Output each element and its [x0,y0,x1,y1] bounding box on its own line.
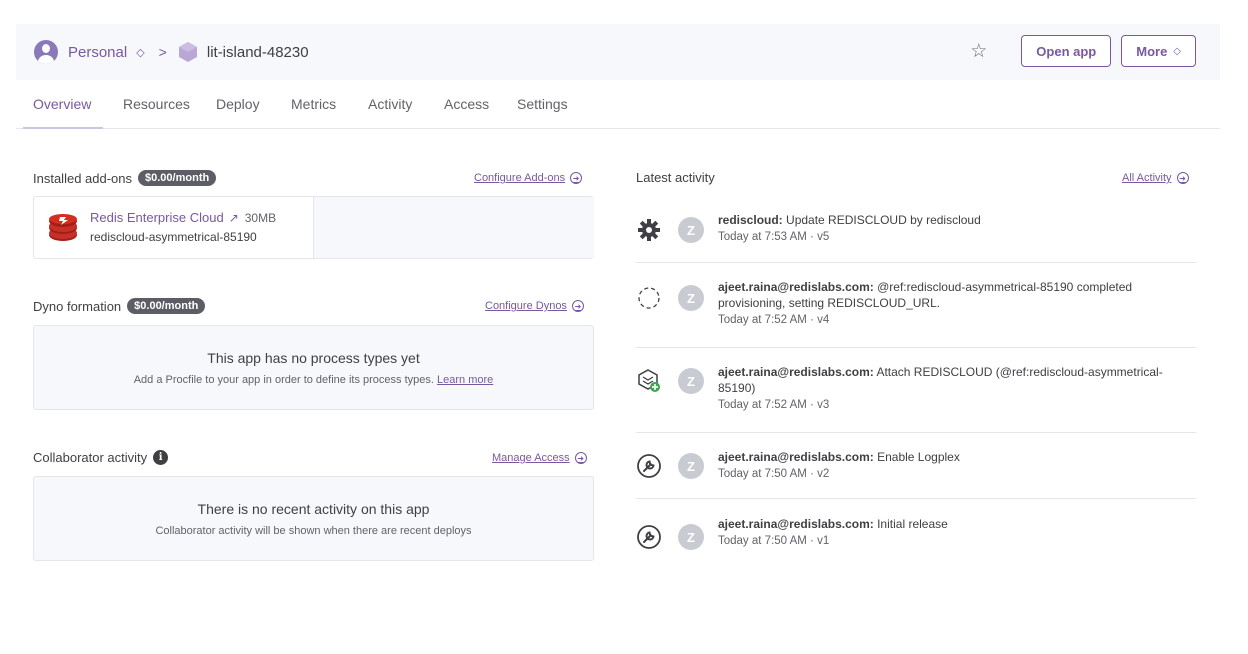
activity-time: Today at 7:52 AM · v4 [718,314,830,326]
app-hexagon-icon [178,42,197,62]
collab-title: Collaborator activity [33,450,148,465]
activity-time: Today at 7:53 AM · v5 [718,231,830,243]
user-avatar: Z [678,285,704,311]
wrench-icon [637,525,661,549]
tab-access[interactable]: Access [444,96,489,112]
dashed-circle-icon [638,287,660,309]
tab-resources[interactable]: Resources [123,96,190,112]
activity-text: ajeet.raina@redislabs.com: Enable Logple… [718,449,1196,482]
manage-access-label: Manage Access [492,452,570,464]
activity-text: rediscloud: Update REDISCLOUD by rediscl… [718,212,1196,245]
updown-chevron-icon: ◇ [1173,45,1181,57]
addons-price-badge: $0.00/month [138,170,217,186]
all-activity-label: All Activity [1122,172,1172,184]
updown-chevron-icon[interactable]: ◇ [136,46,144,59]
dynos-empty-sub: Add a Procfile to your app in order to d… [34,374,593,386]
tab-activity[interactable]: Activity [368,96,412,112]
addon-plan-size: 30MB [244,210,277,225]
external-link-icon: ↗ [228,210,239,225]
user-avatar: Z [678,368,704,394]
activity-heading: Latest activity [636,170,715,185]
star-icon[interactable]: ☆ [970,40,987,63]
wrench-icon [637,454,661,478]
tab-deploy[interactable]: Deploy [216,96,260,112]
gear-icon [638,219,660,241]
configure-dynos-label: Configure Dynos [485,300,567,312]
activity-user: ajeet.raina@redislabs.com: [718,517,874,531]
dynos-title: Dyno formation [33,298,122,314]
activity-title: Latest activity [636,170,715,185]
more-button[interactable]: More ◇ [1121,35,1196,67]
activity-time: Today at 7:50 AM · v2 [718,468,830,480]
account-switcher[interactable]: Personal [68,44,127,61]
activity-user: ajeet.raina@redislabs.com: [718,365,874,379]
activity-user: rediscloud: [718,213,783,227]
manage-access-link[interactable]: Manage Access ➜ [492,452,587,464]
activity-item: Z rediscloud: Update REDISCLOUD by redis… [636,196,1196,263]
activity-item: Z ajeet.raina@redislabs.com: Initial rel… [636,499,1196,565]
activity-text: ajeet.raina@redislabs.com: @ref:redisclo… [718,279,1196,328]
configure-dynos-link[interactable]: Configure Dynos ➜ [485,300,584,312]
addon-name: Redis Enterprise Cloud [90,210,224,225]
redis-logo-icon [49,214,77,241]
activity-text: ajeet.raina@redislabs.com: Initial relea… [718,516,1196,549]
arrow-right-circle-icon: ➜ [571,300,584,312]
all-activity-link[interactable]: All Activity ➜ [1122,172,1189,184]
tab-settings[interactable]: Settings [517,96,568,112]
account-avatar-icon[interactable] [34,40,58,64]
collab-heading: Collaborator activity i [33,450,169,465]
collab-empty-sub: Collaborator activity will be shown when… [155,525,472,537]
activity-user: ajeet.raina@redislabs.com: [718,450,874,464]
activity-item: Z ajeet.raina@redislabs.com: @ref:redisc… [636,263,1196,348]
activity-item: Z ajeet.raina@redislabs.com: Enable Logp… [636,433,1196,499]
dynos-empty-title: This app has no process types yet [207,350,420,366]
addon-card: Redis Enterprise Cloud ↗ 30MB rediscloud… [33,196,594,259]
more-label: More [1136,43,1168,59]
activity-time: Today at 7:50 AM · v1 [718,535,830,547]
addon-empty-panel [314,197,594,258]
collab-empty-box: There is no recent activity on this app … [33,476,594,561]
activity-time: Today at 7:52 AM · v3 [718,399,830,411]
collab-empty-title: There is no recent activity on this app [197,501,430,517]
activity-user: ajeet.raina@redislabs.com: [718,280,874,294]
addons-title: Installed add-ons [33,170,133,186]
arrow-right-circle-icon: ➜ [574,452,587,464]
app-name[interactable]: lit-island-48230 [207,44,309,61]
open-app-button[interactable]: Open app [1021,35,1112,67]
activity-item: Z ajeet.raina@redislabs.com: Attach REDI… [636,348,1196,433]
app-header: Personal ◇ > lit-island-48230 ☆ Open app… [16,24,1220,80]
user-avatar: Z [678,453,704,479]
arrow-right-circle-icon: ➜ [1176,172,1189,184]
activity-message: Initial release [873,517,948,531]
arrow-right-circle-icon: ➜ [570,172,583,184]
learn-more-link[interactable]: Learn more [437,374,493,386]
configure-addons-link[interactable]: Configure Add-ons ➜ [474,172,583,184]
tab-bar: Overview Resources Deploy Metrics Activi… [16,80,1220,129]
activity-message: Update REDISCLOUD by rediscloud [782,213,981,227]
active-tab-indicator [23,127,103,129]
chevron-right-icon: > [158,44,167,60]
dynos-heading: Dyno formation $0.00/month [33,298,206,314]
addon-resource-name: rediscloud-asymmetrical-85190 [90,230,257,244]
breadcrumb: Personal ◇ > lit-island-48230 [34,24,309,80]
user-avatar: Z [678,217,704,243]
dynos-empty-box: This app has no process types yet Add a … [33,325,594,410]
info-icon[interactable]: i [153,450,169,465]
dynos-price-badge: $0.00/month [127,298,206,314]
user-avatar: Z [678,524,704,550]
tab-overview[interactable]: Overview [33,96,91,112]
dynos-empty-text: Add a Procfile to your app in order to d… [133,374,434,386]
addon-attach-icon [638,369,660,392]
activity-message: Enable Logplex [873,450,960,464]
open-app-label: Open app [1036,43,1097,59]
configure-addons-label: Configure Add-ons [474,172,566,184]
addons-heading: Installed add-ons $0.00/month [33,170,217,186]
addon-name-link[interactable]: Redis Enterprise Cloud ↗ 30MB [90,210,276,225]
tab-metrics[interactable]: Metrics [291,96,336,112]
activity-text: ajeet.raina@redislabs.com: Attach REDISC… [718,364,1196,413]
